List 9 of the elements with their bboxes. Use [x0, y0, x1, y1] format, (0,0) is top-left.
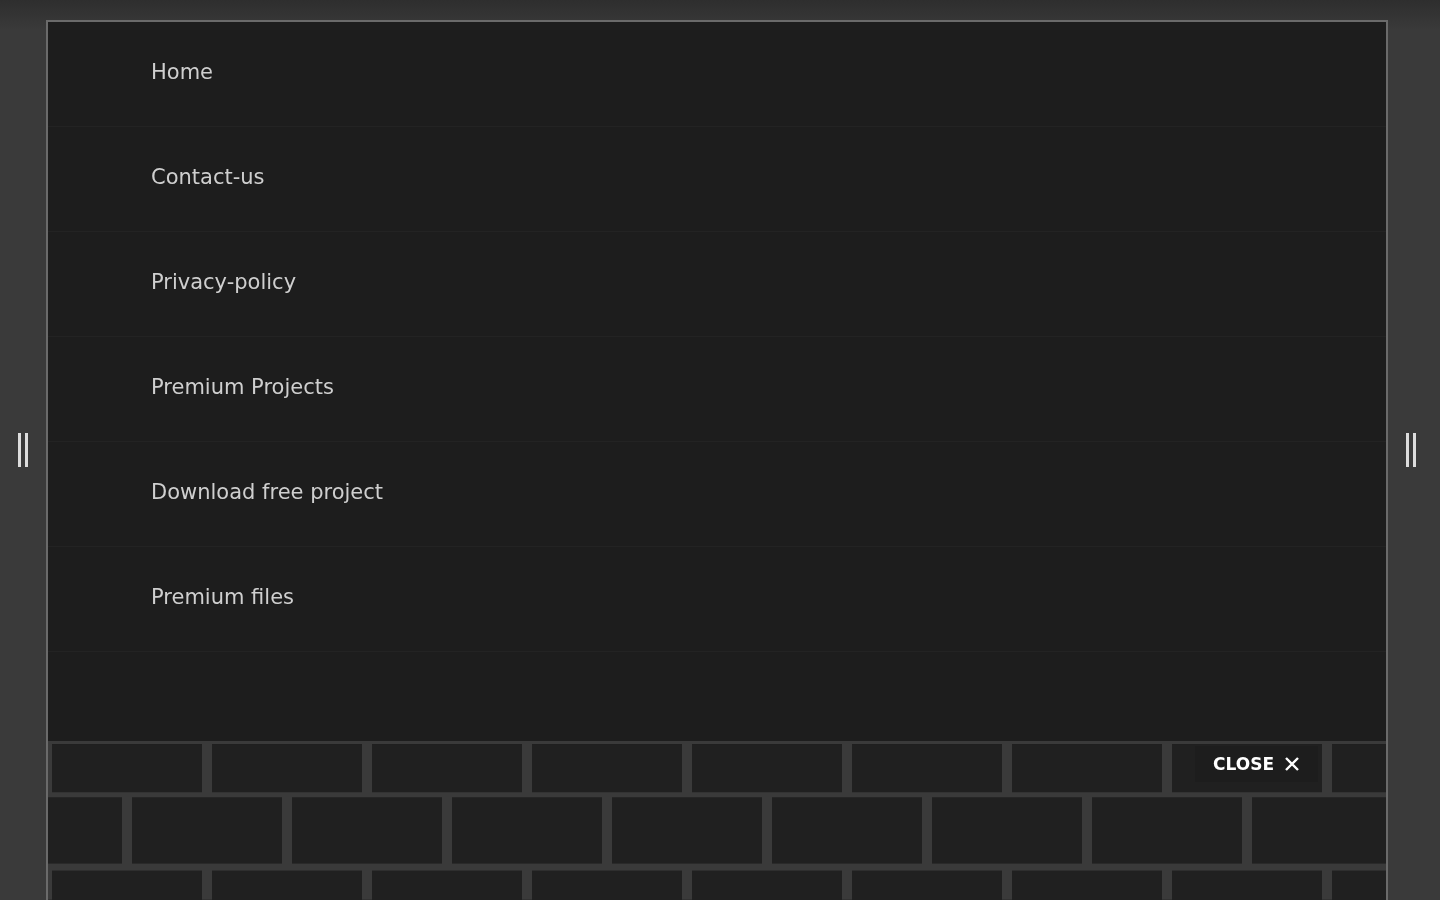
- close-icon: [1284, 756, 1300, 773]
- menu-item[interactable]: Home: [48, 22, 1386, 127]
- menu-item[interactable]: Contact-us: [48, 127, 1386, 232]
- menu-item[interactable]: Download free project: [48, 442, 1386, 547]
- drag-handle-icon[interactable]: [1405, 433, 1417, 467]
- menu-item[interactable]: Premium files: [48, 547, 1386, 652]
- drag-handle-icon[interactable]: [17, 433, 29, 467]
- menu-item[interactable]: Privacy-policy: [48, 232, 1386, 337]
- menu-item[interactable]: Premium Projects: [48, 337, 1386, 442]
